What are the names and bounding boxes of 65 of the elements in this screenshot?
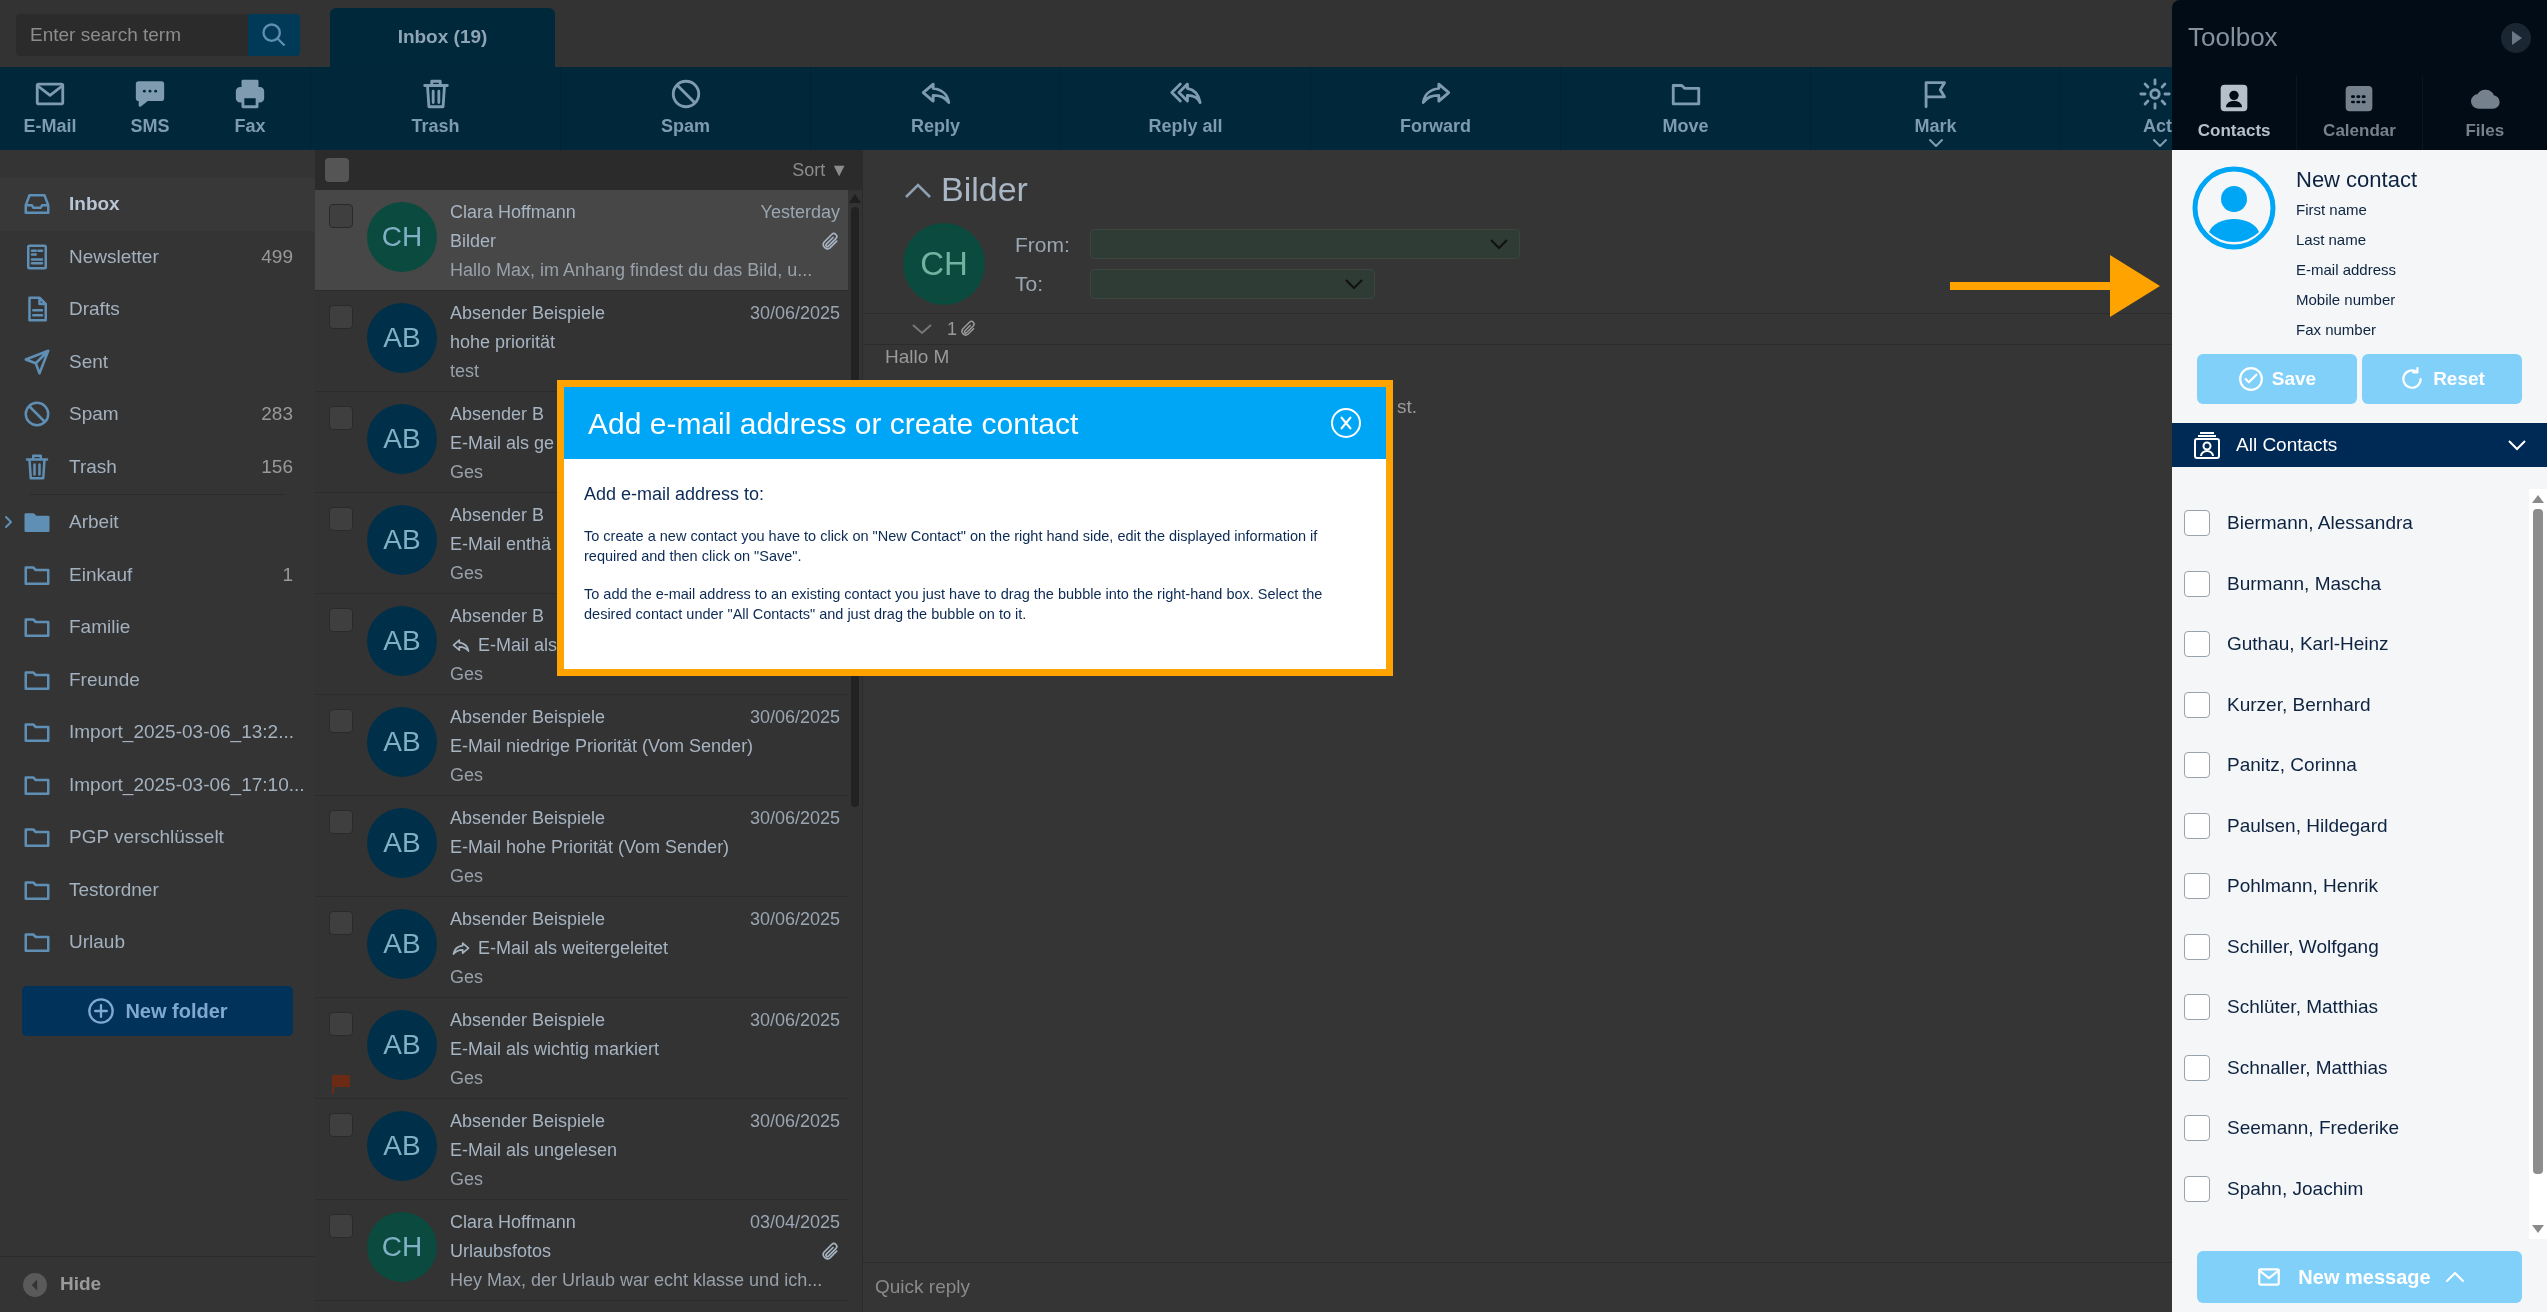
sender-name: Absender Beispiele	[450, 807, 606, 830]
mail-subject: E-Mail hohe Priorität (Vom Sender)	[450, 836, 730, 859]
avatar: CH	[367, 1212, 437, 1282]
mail-subject: E-Mail als weitergeleitet	[478, 937, 669, 960]
mail-preview: Ges	[450, 461, 483, 484]
avatar: AB	[367, 606, 437, 676]
sender-name: Clara Hoffmann	[450, 201, 576, 224]
dialog-title: Add e-mail address or create contact	[588, 405, 1080, 442]
to-label: To:	[1015, 271, 1044, 297]
mail-preview: Ges	[450, 764, 483, 787]
mail-subject: hohe priorität	[450, 331, 556, 354]
mail-date: 30/06/2025	[749, 1110, 840, 1133]
mail-preview: Ges	[450, 562, 483, 585]
mail-date: 30/06/2025	[749, 302, 840, 325]
mail-preview: Hallo Max, im Anhang findest du das Bild, u...	[450, 259, 813, 282]
mail-date: 03/04/2025	[749, 1211, 840, 1234]
mail-subject: E-Mail als wichtig markiert	[450, 1038, 660, 1061]
mail-preview: Ges	[450, 663, 483, 686]
toolbox-title: Toolbox	[2188, 21, 2279, 54]
mail-preview: Ges	[450, 1168, 483, 1191]
avatar: AB	[367, 1111, 437, 1181]
mail-subject: E-Mail als ge	[450, 432, 555, 455]
sender-name: Absender Beispiele	[450, 908, 606, 931]
mail-subject: E-Mail als ungelesen	[450, 1139, 618, 1162]
avatar: AB	[367, 909, 437, 979]
mail-preview: Ges	[450, 966, 483, 989]
sender-name: Clara Hoffmann	[450, 1211, 576, 1234]
mail-date: Yesterday	[760, 201, 840, 224]
avatar: AB	[367, 505, 437, 575]
avatar: AB	[367, 303, 437, 373]
avatar: AB	[367, 707, 437, 777]
attachment-count: 1	[947, 317, 957, 341]
body-text: st.	[1397, 397, 1418, 417]
mail-date: 30/06/2025	[749, 706, 840, 729]
mail-preview: Ges	[450, 1067, 483, 1090]
dialog-heading: Add e-mail address to:	[584, 483, 766, 506]
dialog-text: To add the e-mail address to an existing contact you just have to drag the bubble into the right-hand box. Select the desired contact under "All Contacts" and just drag the bubble on to it.	[584, 585, 1324, 624]
mail-subject: E-Mail als	[478, 634, 557, 657]
sender-name: Absender B	[450, 504, 545, 527]
mail-preview: Hey Max, der Urlaub war echt klasse und ich...	[450, 1269, 823, 1292]
mail-preview: Ges	[450, 865, 483, 888]
message-title: Bilder	[941, 169, 1028, 210]
sender-name: Absender Beispiele	[450, 1110, 606, 1133]
avatar: AB	[367, 404, 437, 474]
avatar: AB	[367, 1010, 437, 1080]
sender-name: Absender Beispiele	[450, 706, 606, 729]
sender-avatar: CH	[903, 223, 985, 305]
avatar: CH	[367, 202, 437, 272]
mail-date: 30/06/2025	[749, 1009, 840, 1032]
mail-subject: E-Mail niedrige Priorität (Vom Sender)	[450, 735, 754, 758]
mail-preview: test	[450, 360, 479, 383]
sender-name: Absender Beispiele	[450, 1009, 606, 1032]
avatar: AB	[367, 808, 437, 878]
mail-date: 30/06/2025	[749, 908, 840, 931]
sender-name: Absender Beispiele	[450, 302, 606, 325]
mail-subject: E-Mail enthä	[450, 533, 552, 556]
sender-name: Absender B	[450, 605, 545, 628]
body-text: Hallo M	[885, 347, 950, 367]
new-contact-title: New contact	[2296, 166, 2419, 194]
mail-subject: Urlaubsfotos	[450, 1240, 552, 1263]
mail-subject: Bilder	[450, 230, 497, 253]
from-label: From:	[1015, 231, 1070, 258]
sender-name: Absender B	[450, 403, 545, 426]
dialog-text: To create a new contact you have to click on "New Contact" on the right hand side, edit the displayed information if required and then click on "Save".	[584, 527, 1319, 566]
mail-date: 30/06/2025	[749, 807, 840, 830]
